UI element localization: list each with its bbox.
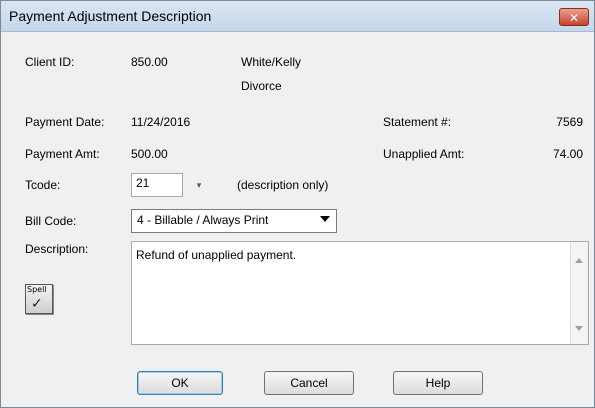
tcode-lookup-button[interactable]: ▾ [191, 178, 207, 192]
scroll-up-icon[interactable] [575, 258, 583, 263]
tcode-note: (description only) [237, 178, 329, 192]
client-name: White/Kelly [241, 55, 302, 69]
statement-value: 7569 [556, 115, 583, 129]
title-bar: Payment Adjustment Description ✕ [1, 1, 594, 32]
chevron-down-icon [320, 216, 330, 222]
ok-button[interactable]: OK [137, 371, 223, 395]
spell-check-button[interactable]: Spell ✓ [25, 284, 53, 314]
tcode-label: Tcode: [25, 178, 61, 192]
scroll-down-icon[interactable] [575, 326, 583, 331]
bill-code-select[interactable]: 4 - Billable / Always Print [131, 209, 337, 233]
description-label: Description: [25, 242, 89, 256]
unapplied-value: 74.00 [552, 147, 583, 161]
payment-amount-value: 500.00 [131, 147, 168, 161]
description-text: Refund of unapplied payment. [136, 248, 297, 262]
close-icon: ✕ [568, 11, 580, 25]
dropdown-arrow-icon: ▾ [196, 180, 202, 190]
window-title: Payment Adjustment Description [9, 8, 212, 24]
unapplied-label: Unapplied Amt: [383, 147, 465, 161]
client-id-value: 850.00 [131, 55, 168, 69]
client-id-label: Client ID: [25, 55, 75, 69]
tcode-input[interactable]: 21 [131, 173, 183, 197]
help-button[interactable]: Help [393, 371, 483, 395]
payment-amount-label: Payment Amt: [25, 147, 100, 161]
spell-check-icon: ✓ [31, 295, 43, 311]
tcode-value: 21 [136, 176, 150, 190]
description-scrollbar[interactable] [570, 242, 588, 344]
close-button[interactable]: ✕ [559, 8, 589, 26]
client-matter: Divorce [241, 79, 282, 93]
bill-code-selected: 4 - Billable / Always Print [137, 213, 269, 227]
statement-label: Statement #: [383, 115, 452, 129]
cancel-button[interactable]: Cancel [264, 371, 354, 395]
bill-code-label: Bill Code: [25, 214, 77, 228]
payment-date-value: 11/24/2016 [131, 115, 191, 129]
description-textarea[interactable]: Refund of unapplied payment. [131, 241, 589, 345]
payment-date-label: Payment Date: [25, 115, 105, 129]
payment-adjustment-dialog: Payment Adjustment Description ✕ Client … [0, 0, 595, 408]
spell-label: Spell [27, 285, 47, 294]
